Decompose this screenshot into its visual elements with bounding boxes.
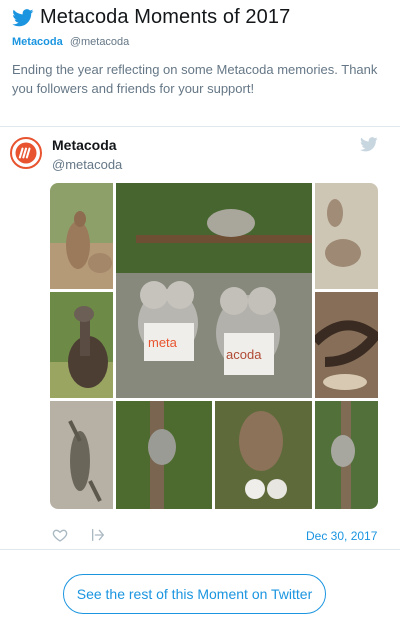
photo-kangaroo-plushies[interactable] (215, 401, 312, 509)
twitter-bird-icon (12, 8, 34, 26)
tweet-author-handle[interactable]: @metacoda (52, 157, 122, 172)
tweet-author-name[interactable]: Metacoda (52, 137, 117, 153)
moment-description: Ending the year reflecting on some Metac… (12, 62, 378, 96)
tweet-card[interactable]: Metacoda @metacoda meta acoda Dec 30, 20… (0, 126, 400, 550)
moment-header: Metacoda Moments of 2017 Metacoda @metac… (0, 0, 410, 120)
share-icon[interactable] (90, 527, 106, 543)
shirt-text-left: meta (148, 335, 178, 350)
photo-emu[interactable] (50, 292, 113, 398)
photo-koala-plushies[interactable]: meta acoda (116, 183, 312, 398)
shirt-text-right: acoda (226, 347, 262, 362)
tweet-date[interactable]: Dec 30, 2017 (306, 529, 377, 543)
photo-koala-tree[interactable] (116, 401, 212, 509)
photo-kangaroos-resting[interactable] (315, 183, 378, 289)
moment-title-row: Metacoda Moments of 2017 (12, 6, 290, 29)
twitter-bird-icon[interactable] (360, 137, 378, 152)
see-rest-of-moment-button[interactable]: See the rest of this Moment on Twitter (63, 574, 326, 614)
moment-author-handle[interactable]: @metacoda (70, 36, 129, 48)
photo-kangaroo-sitting[interactable] (50, 183, 113, 289)
photo-lizard[interactable] (50, 401, 113, 509)
photo-grid: meta acoda (50, 183, 378, 509)
photo-koala-branch[interactable] (315, 401, 378, 509)
moment-title[interactable]: Metacoda Moments of 2017 (40, 6, 290, 29)
moment-author-name[interactable]: Metacoda (12, 36, 63, 48)
metacoda-logo[interactable] (10, 137, 42, 169)
heart-icon[interactable] (52, 527, 68, 543)
moment-byline: Metacoda @metacoda (12, 36, 129, 48)
photo-snake[interactable] (315, 292, 378, 398)
